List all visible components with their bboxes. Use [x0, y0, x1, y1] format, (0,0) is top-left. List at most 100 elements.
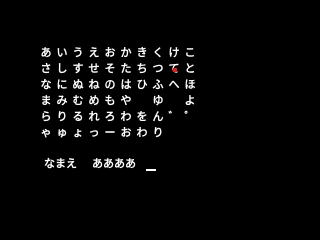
kana-empty — [134, 93, 150, 109]
kana-label: れ — [88, 110, 100, 123]
kana-key[interactable]: の — [102, 77, 118, 93]
kana-label: お — [120, 126, 132, 139]
kana-label: ぬ — [72, 78, 84, 91]
kana-label: ろ — [104, 110, 116, 123]
kana-key[interactable]: せ — [86, 61, 102, 77]
kana-label: ゃ — [40, 126, 52, 139]
selection-cursor-icon — [173, 68, 177, 72]
kana-label: へ — [168, 78, 180, 91]
kana-label: か — [120, 46, 132, 59]
kana-label: ー — [104, 126, 116, 139]
kana-label: さ — [40, 62, 52, 75]
kana-label: た — [120, 62, 132, 75]
kana-key[interactable]: ぬ — [70, 77, 86, 93]
kana-key[interactable]: な — [38, 77, 54, 93]
kana-key[interactable]: ほ — [182, 77, 198, 93]
kana-label: ゛ — [168, 110, 180, 123]
kana-key[interactable]: し — [54, 61, 70, 77]
kana-label: を — [136, 110, 148, 123]
kana-key[interactable]: ょ — [70, 125, 86, 141]
kana-key[interactable]: り — [54, 109, 70, 125]
kana-key[interactable]: に — [54, 77, 70, 93]
name-row: なまえ ああああ — [38, 156, 238, 172]
kana-key[interactable]: こ — [182, 45, 198, 61]
kana-key[interactable]: ゆ — [150, 93, 166, 109]
kana-label: り — [56, 110, 68, 123]
kana-key[interactable]: た — [118, 61, 134, 77]
kana-key[interactable]: り — [150, 125, 166, 141]
kana-key[interactable]: ろ — [102, 109, 118, 125]
kana-key[interactable]: ゃ — [38, 125, 54, 141]
kana-key[interactable]: よ — [182, 93, 198, 109]
kana-key[interactable]: ゜ — [182, 109, 198, 125]
kana-key[interactable]: お — [118, 125, 134, 141]
kana-label: な — [40, 78, 52, 91]
kana-key[interactable]: く — [150, 45, 166, 61]
kana-key[interactable]: ゅ — [54, 125, 70, 141]
kana-key[interactable]: そ — [102, 61, 118, 77]
kana-label: ゅ — [56, 126, 68, 139]
kana-key[interactable]: る — [70, 109, 86, 125]
kana-key[interactable]: い — [54, 45, 70, 61]
kana-key[interactable]: み — [54, 93, 70, 109]
kana-label: ち — [136, 62, 148, 75]
kana-label: け — [168, 46, 180, 59]
kana-key[interactable]: さ — [38, 61, 54, 77]
kana-key[interactable]: す — [70, 61, 86, 77]
kana-label: ま — [40, 94, 52, 107]
kana-empty — [166, 93, 182, 109]
kana-label: く — [152, 46, 164, 59]
kana-label: あ — [40, 46, 52, 59]
kana-label: ん — [152, 110, 164, 123]
kana-key[interactable]: わ — [134, 125, 150, 141]
kana-key[interactable]: ら — [38, 109, 54, 125]
kana-empty — [166, 125, 182, 141]
kana-key[interactable]: け — [166, 45, 182, 61]
kana-key[interactable]: ゛ — [166, 109, 182, 125]
kana-label: は — [120, 78, 132, 91]
kana-label: ゜ — [184, 110, 196, 123]
kana-key[interactable]: と — [182, 61, 198, 77]
kana-key[interactable]: ん — [150, 109, 166, 125]
kana-key[interactable]: む — [70, 93, 86, 109]
kana-key[interactable]: つ — [150, 61, 166, 77]
kana-label: つ — [152, 62, 164, 75]
kana-label: っ — [88, 126, 100, 139]
kana-key[interactable]: あ — [38, 45, 54, 61]
kana-key[interactable]: ま — [38, 93, 54, 109]
kana-key[interactable]: う — [70, 45, 86, 61]
kana-key[interactable]: ふ — [150, 77, 166, 93]
name-input[interactable]: ああああ — [92, 156, 136, 172]
name-entry-screen: あいうえおかきくけこさしすせそたちつてとなにぬねのはひふへほまみむめもやゆよらり… — [0, 0, 248, 225]
kana-label: う — [72, 46, 84, 59]
kana-key[interactable]: っ — [86, 125, 102, 141]
kana-key[interactable]: て — [166, 61, 182, 77]
kana-key[interactable]: ー — [102, 125, 118, 141]
kana-key[interactable]: か — [118, 45, 134, 61]
kana-key[interactable]: や — [118, 93, 134, 109]
kana-label: ほ — [184, 78, 196, 91]
kana-key[interactable]: へ — [166, 77, 182, 93]
kana-label: に — [56, 78, 68, 91]
kana-key[interactable]: え — [86, 45, 102, 61]
kana-label: や — [120, 94, 132, 107]
kana-key[interactable]: き — [134, 45, 150, 61]
kana-label: こ — [184, 46, 196, 59]
kana-label: せ — [88, 62, 100, 75]
name-caret — [146, 169, 156, 171]
kana-key[interactable]: は — [118, 77, 134, 93]
kana-key[interactable]: も — [102, 93, 118, 109]
kana-label: と — [184, 62, 196, 75]
kana-label: ゆ — [152, 94, 164, 107]
kana-label: ひ — [136, 78, 148, 91]
kana-key[interactable]: め — [86, 93, 102, 109]
kana-key[interactable]: わ — [118, 109, 134, 125]
kana-label: よ — [184, 94, 196, 107]
kana-key[interactable]: ひ — [134, 77, 150, 93]
kana-key[interactable]: お — [102, 45, 118, 61]
kana-key[interactable]: れ — [86, 109, 102, 125]
kana-key[interactable]: ち — [134, 61, 150, 77]
kana-key[interactable]: を — [134, 109, 150, 125]
kana-key[interactable]: ね — [86, 77, 102, 93]
kana-label: ね — [88, 78, 100, 91]
